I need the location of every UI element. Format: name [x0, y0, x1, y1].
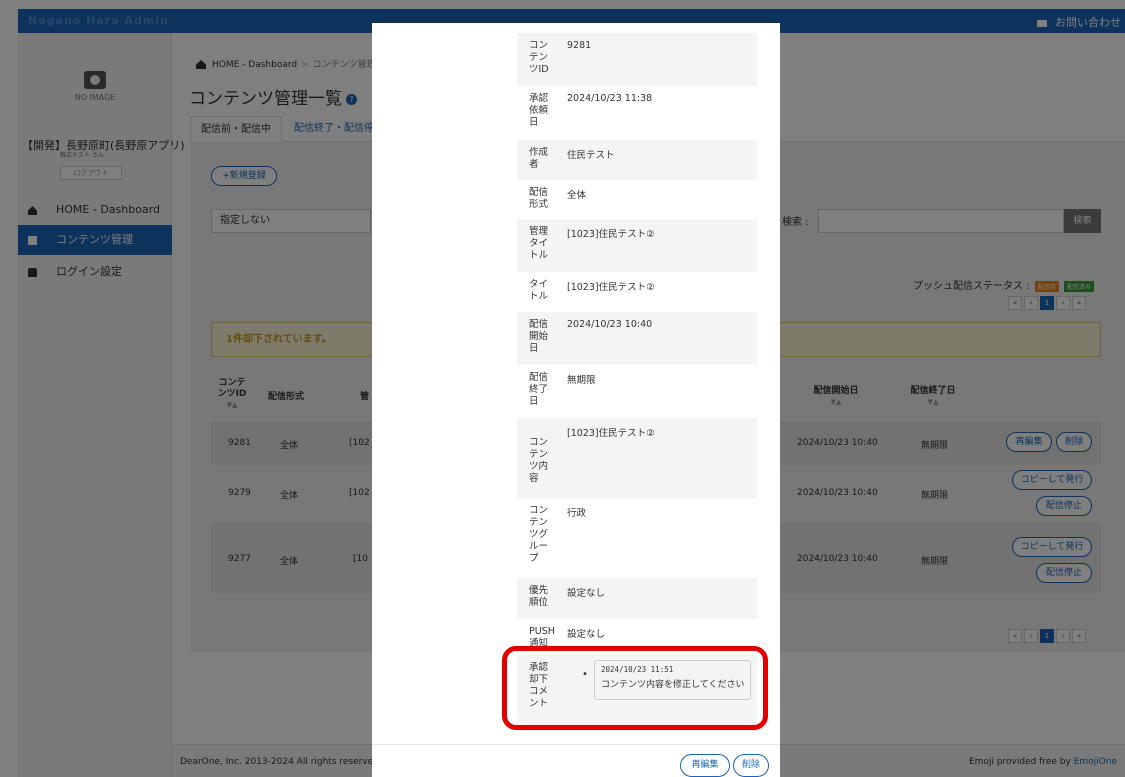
detail-label: コンテンツID [529, 40, 549, 75]
detail-row-format: 配信形式 全体 [517, 180, 757, 219]
detail-label: コンテンツ内容 [529, 437, 549, 484]
detail-row-body: コンテンツ内容 [1023]住民テスト② [517, 418, 757, 498]
detail-label: タイトル [529, 279, 549, 302]
detail-label: 管理タイトル [529, 226, 549, 261]
detail-value: 全体 [567, 190, 587, 201]
detail-row-request-date: 承認依頼日 2024/10/23 11:38 [517, 86, 757, 140]
detail-label: コンテンツグループ [529, 505, 549, 564]
detail-value: 設定なし [567, 629, 606, 640]
detail-label: 配信終了日 [529, 372, 549, 407]
detail-value: 2024/10/23 11:38 [567, 93, 653, 104]
detail-label: 承認依頼日 [529, 93, 549, 128]
detail-label: 配信形式 [529, 187, 549, 210]
modal-edit-button[interactable]: 再編集 [680, 754, 730, 777]
detail-value: [1023]住民テスト② [567, 229, 655, 240]
detail-row-start-date: 配信開始日 2024/10/23 10:40 [517, 312, 757, 365]
detail-label: 配信開始日 [529, 319, 549, 354]
content-detail-modal: コンテンツID 9281 承認依頼日 2024/10/23 11:38 作成者 … [372, 23, 780, 777]
detail-value: 行政 [567, 508, 587, 519]
detail-value: [1023]住民テスト② [567, 282, 655, 293]
detail-value: 9281 [567, 40, 592, 51]
detail-row-title: タイトル [1023]住民テスト② [517, 272, 757, 312]
detail-value: 住民テスト [567, 150, 615, 161]
detail-row-admin-title: 管理タイトル [1023]住民テスト② [517, 219, 757, 272]
detail-value: [1023]住民テスト② [567, 428, 655, 439]
modal-delete-button[interactable]: 削除 [733, 754, 769, 777]
highlight-annotation [502, 646, 768, 730]
modal-divider [372, 744, 780, 745]
detail-label: 作成者 [529, 147, 549, 170]
detail-label: 優先順位 [529, 585, 549, 608]
detail-value: 2024/10/23 10:40 [567, 319, 653, 330]
detail-row-group: コンテンツグループ 行政 [517, 498, 757, 578]
detail-row-author: 作成者 住民テスト [517, 140, 757, 180]
detail-value: 無期限 [567, 375, 596, 386]
detail-row-content-id: コンテンツID 9281 [517, 33, 757, 86]
detail-row-end-date: 配信終了日 無期限 [517, 365, 757, 418]
detail-value: 設定なし [567, 588, 606, 599]
detail-row-priority: 優先順位 設定なし [517, 578, 757, 619]
